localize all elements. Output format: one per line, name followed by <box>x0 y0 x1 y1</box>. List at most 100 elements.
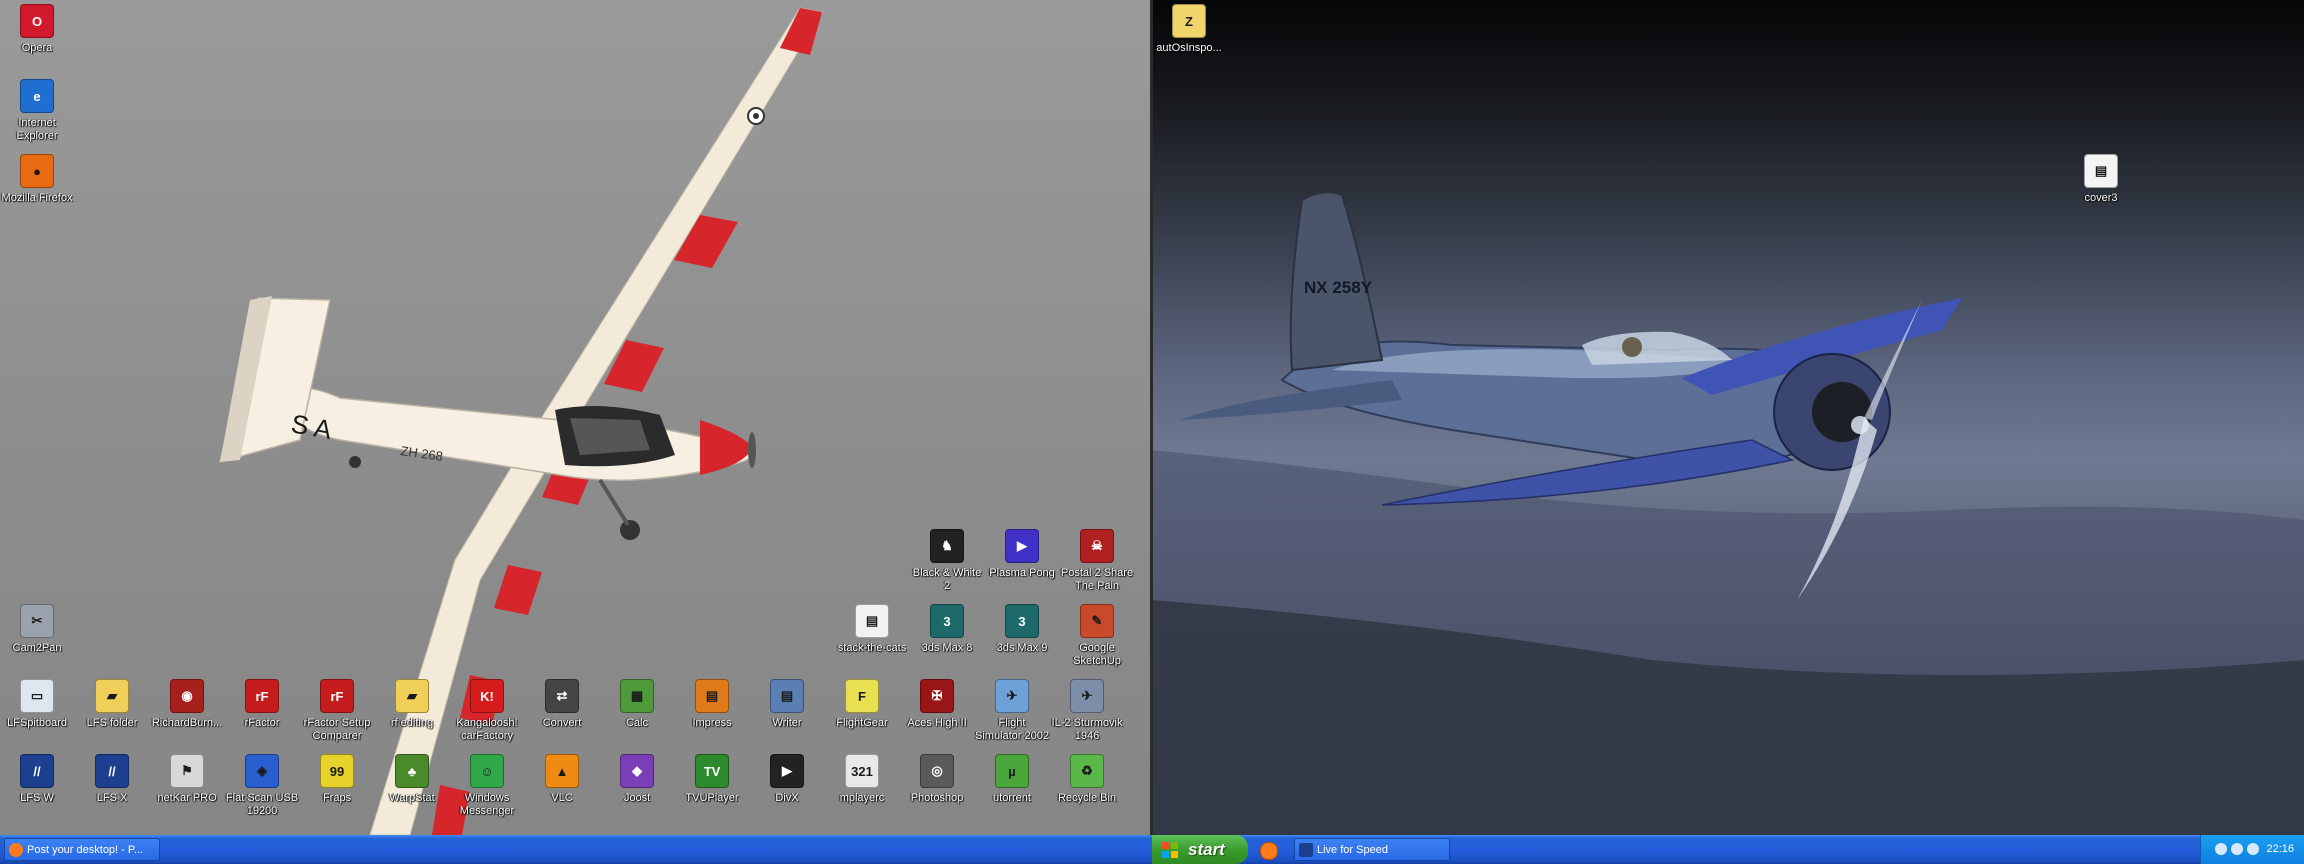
icon-label: Internet Explorer <box>16 117 58 142</box>
right-desktop[interactable]: NX 258Y <box>1152 0 2304 835</box>
desktop-icon-joost[interactable]: ◆ Joost <box>600 754 674 805</box>
left-taskbar: Post your desktop! - P... <box>0 835 1152 864</box>
desktop-icon-postal-2-share-the-pain[interactable]: ☠ Postal 2 Share The Pain <box>1060 529 1134 593</box>
richardburn-icon: ◉ <box>170 679 204 713</box>
windows-flag-icon <box>1162 842 1178 858</box>
icon-label: Calc <box>625 717 648 729</box>
taskbar-window-post-desktop[interactable]: Post your desktop! - P... <box>4 838 160 861</box>
desktop-icon-3ds-max-9[interactable]: 3 3ds Max 9 <box>985 604 1059 655</box>
opera-icon: O <box>20 4 54 38</box>
desktop-icon-windows-messenger[interactable]: ☺ Windows Messenger <box>450 754 524 818</box>
desktop-icon-il-2-sturmovik-1946[interactable]: ✈ IL-2 Sturmovik 1946 <box>1050 679 1124 743</box>
icon-label: Fraps <box>322 792 352 804</box>
tray-arrow-icon[interactable] <box>2215 843 2228 856</box>
desktop-icon-impress[interactable]: ▤ Impress <box>675 679 749 730</box>
desktop-icon-tvuplayer[interactable]: TV TVUPlayer <box>675 754 749 805</box>
desktop-icon-3ds-max-8[interactable]: 3 3ds Max 8 <box>910 604 984 655</box>
desktop-icon-plasma-pong[interactable]: ▶ Plasma Pong <box>985 529 1059 580</box>
desktop-icon-flat-scan-usb-19200[interactable]: ◈ Flat Scan USB 19200 <box>225 754 299 818</box>
tray-volume-icon[interactable] <box>2247 843 2260 856</box>
desktop-icon-aces-high-ii[interactable]: ✠ Aces High II <box>900 679 974 730</box>
desktop-icon-richardburn[interactable]: ◉ RichardBurn... <box>150 679 224 730</box>
desktop-icon-google-sketchup[interactable]: ✎ Google SketchUp <box>1060 604 1134 668</box>
desktop-icon-calc[interactable]: ▦ Calc <box>600 679 674 730</box>
black-white-2-icon: ♞ <box>930 529 964 563</box>
system-tray: 22:16 <box>2200 835 2304 864</box>
netkar-pro-icon: ⚑ <box>170 754 204 788</box>
impress-icon: ▤ <box>695 679 729 713</box>
icon-label: IL-2 Sturmovik 1946 <box>1051 717 1123 742</box>
3ds-max-9-icon: 3 <box>1005 604 1039 638</box>
plasma-pong-icon: ▶ <box>1005 529 1039 563</box>
desktop-icon-utorrent[interactable]: µ utorrent <box>975 754 1049 805</box>
lfs-icon <box>1299 843 1313 857</box>
start-button[interactable]: start <box>1152 835 1248 864</box>
desktop-icon-convert[interactable]: ⇄ Convert <box>525 679 599 730</box>
desktop-icon-writer[interactable]: ▤ Writer <box>750 679 824 730</box>
desktop-icon-lfspitboard[interactable]: ▭ LFSpitboard <box>0 679 74 730</box>
desktop-icon-rfactor[interactable]: rF rFactor <box>225 679 299 730</box>
icon-label: Photoshop <box>910 792 964 804</box>
vlc-icon: ▲ <box>545 754 579 788</box>
warpstat-icon: ♣ <box>395 754 429 788</box>
internet-explorer-icon: e <box>20 79 54 113</box>
rfactor-icon: rF <box>245 679 279 713</box>
desktop-icon-kangaloosh-carfactory[interactable]: K! Kangaloosh! carFactory <box>450 679 524 743</box>
icon-label: LFS X <box>96 792 128 804</box>
desktop-icon-lfs-x[interactable]: // LFS X <box>75 754 149 805</box>
desktop-icon-rfactor-setup-comparer[interactable]: rF rFactor Setup Comparer <box>300 679 374 743</box>
desktop-icon-recycle-bin[interactable]: ♻ Recycle Bin <box>1050 754 1124 805</box>
photoshop-icon: ◎ <box>920 754 954 788</box>
desktop-icon-warpstat[interactable]: ♣ WarpStat <box>375 754 449 805</box>
icon-label: utorrent <box>993 792 1031 804</box>
desktop-icon-black-white-2[interactable]: ♞ Black & White 2 <box>910 529 984 593</box>
icon-label: 3ds Max 8 <box>921 642 973 654</box>
windows-messenger-icon: ☺ <box>470 754 504 788</box>
desktop-icon-vlc[interactable]: ▲ VLC <box>525 754 599 805</box>
desktop-icon-internet-explorer[interactable]: e Internet Explorer <box>0 79 74 143</box>
icon-label: Opera <box>21 42 53 54</box>
icon-label: Convert <box>542 717 582 729</box>
desktop-icon-cam2pan[interactable]: ✂ Cam2Pan <box>0 604 74 655</box>
taskbar-window-live-for-speed[interactable]: Live for Speed <box>1294 838 1450 861</box>
desktop-icon-mozilla-firefox[interactable]: ● Mozilla Firefox <box>0 154 74 205</box>
lfs-x-icon: // <box>95 754 129 788</box>
quicklaunch-firefox-icon[interactable] <box>1260 842 1278 860</box>
mplayerc-icon: 321 <box>845 754 879 788</box>
desktop-icon-fraps[interactable]: 99 Fraps <box>300 754 374 805</box>
icon-label: mplayerc <box>839 792 885 804</box>
icon-label: DivX <box>775 792 799 804</box>
desktop-icon-stack-the-cats[interactable]: ▤ stack-the-cats <box>835 604 909 655</box>
task-label: Post your desktop! - P... <box>27 844 143 856</box>
convert-icon: ⇄ <box>545 679 579 713</box>
racer-plane-wallpaper: NX 258Y <box>1152 191 2304 835</box>
firefox-icon <box>9 843 23 857</box>
tray-network-icon[interactable] <box>2231 843 2244 856</box>
desktop-icon-flightgear[interactable]: F FlightGear <box>825 679 899 730</box>
desktop-icon-cover3[interactable]: ▤ cover3 <box>2064 154 2138 205</box>
icon-label: cover3 <box>2084 192 2118 204</box>
desktop-icon-lfs-w[interactable]: // LFS W <box>0 754 74 805</box>
desktop-icon-autosinspo[interactable]: ZautOsInspo... <box>1152 4 1226 55</box>
desktop-icon-netkar-pro[interactable]: ⚑ netKar PRO <box>150 754 224 805</box>
desktop-icon-lfs-folder[interactable]: ▰ LFS folder <box>75 679 149 730</box>
il-2-sturmovik-1946-icon: ✈ <box>1070 679 1104 713</box>
desktop-icon-flight-simulator-2002[interactable]: ✈ Flight Simulator 2002 <box>975 679 1049 743</box>
cam2pan-icon: ✂ <box>20 604 54 638</box>
icon-label: 3ds Max 9 <box>996 642 1048 654</box>
start-label: start <box>1188 840 1225 859</box>
icon-label: autOsInspo... <box>1156 42 1222 54</box>
desktop-icon-rf-editing[interactable]: ▰ rf editing <box>375 679 449 730</box>
desktop-icon-mplayerc[interactable]: 321 mplayerc <box>825 754 899 805</box>
right-taskbar: start Live for Speed 22:16 <box>1152 835 2304 864</box>
recycle-bin-icon: ♻ <box>1070 754 1104 788</box>
desktop-icon-photoshop[interactable]: ◎ Photoshop <box>900 754 974 805</box>
icon-label: Kangaloosh! carFactory <box>456 717 518 742</box>
icon-label: Joost <box>623 792 651 804</box>
calc-icon: ▦ <box>620 679 654 713</box>
tail-registration: NX 258Y <box>1304 278 1373 297</box>
desktop-icon-opera[interactable]: O Opera <box>0 4 74 55</box>
desktop-icon-divx[interactable]: ▶ DivX <box>750 754 824 805</box>
icon-label: LFS folder <box>86 717 138 729</box>
icon-label: Plasma Pong <box>989 567 1055 579</box>
